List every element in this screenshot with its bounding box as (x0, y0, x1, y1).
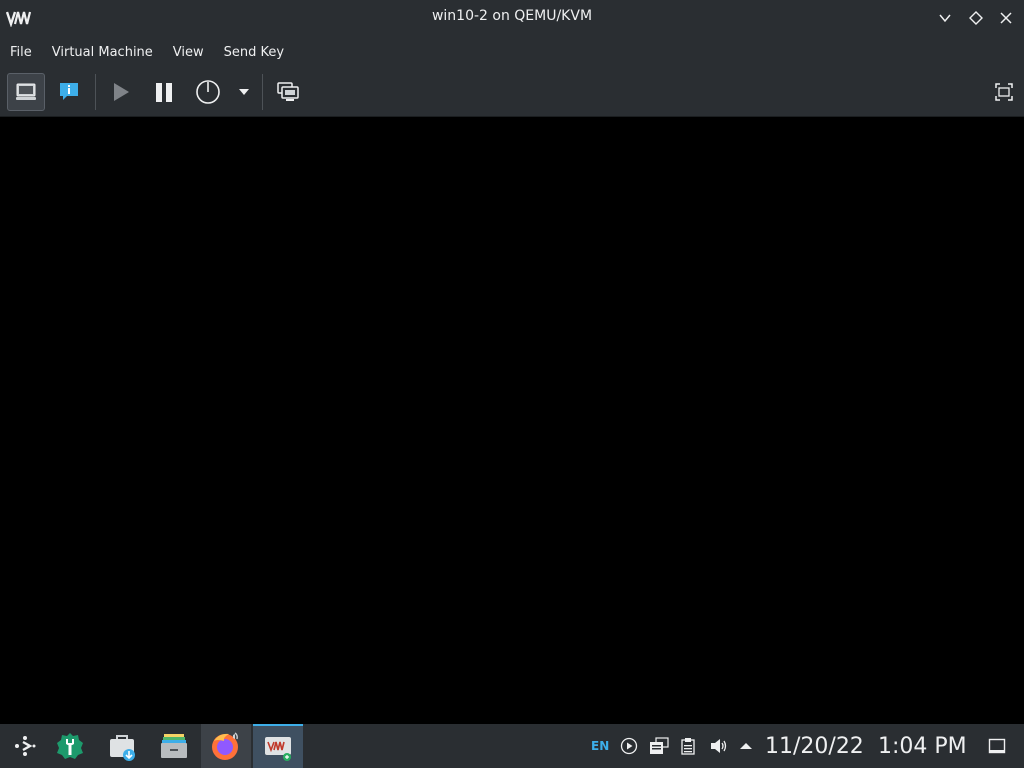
window-titlebar[interactable]: win10-2 on QEMU/KVM (0, 0, 1024, 36)
menu-file[interactable]: File (4, 39, 38, 66)
shutdown-button[interactable] (189, 73, 227, 111)
media-play-icon (620, 737, 638, 755)
details-button[interactable] (50, 73, 88, 111)
discover-bag-icon (110, 735, 135, 761)
snapshots-icon (277, 82, 299, 101)
application-launcher[interactable] (0, 724, 50, 768)
show-hidden-icons-button[interactable] (739, 724, 753, 768)
digital-clock-time[interactable]: 1:04 PM (878, 724, 967, 768)
digital-clock-date[interactable]: 11/20/22 (765, 724, 864, 768)
firefox[interactable] (201, 724, 251, 768)
run-button[interactable] (101, 73, 139, 111)
settings-wrench-icon (57, 733, 83, 759)
close-icon (1000, 12, 1012, 24)
windows-stack-icon (650, 737, 669, 754)
clipboard-tray[interactable] (649, 724, 669, 768)
pause-button[interactable] (145, 73, 183, 111)
keyboard-layout-indicator[interactable]: EN (591, 739, 609, 753)
fullscreen-icon (995, 83, 1013, 101)
window-title: win10-2 on QEMU/KVM (431, 8, 593, 24)
chevron-up-icon (740, 743, 752, 749)
dropdown-arrow-icon (239, 89, 249, 95)
toolbar (0, 68, 1024, 117)
discover[interactable] (97, 724, 147, 768)
monitor-icon (16, 83, 36, 100)
notes-tray[interactable] (680, 724, 696, 768)
pause-icon (156, 83, 172, 102)
file-manager-icon (161, 734, 187, 758)
menu-view[interactable]: View (167, 39, 210, 66)
virt-manager[interactable] (253, 724, 303, 768)
power-icon (196, 80, 220, 104)
dolphin-files[interactable] (149, 724, 199, 768)
kde-launcher-icon (15, 736, 36, 756)
minimize-button[interactable] (935, 8, 955, 28)
chevron-down-icon (939, 14, 951, 23)
volume-tray[interactable] (709, 724, 729, 768)
show-desktop-button[interactable] (988, 724, 1006, 768)
fullscreen-button[interactable] (985, 73, 1023, 111)
vm-console-display[interactable] (0, 117, 1024, 724)
close-button[interactable] (996, 8, 1016, 28)
shutdown-menu-button[interactable] (230, 73, 258, 111)
menu-bar: File Virtual Machine View Send Key (0, 36, 1024, 68)
menu-virtual-machine[interactable]: Virtual Machine (46, 39, 159, 66)
system-settings[interactable] (45, 724, 95, 768)
media-player-tray[interactable] (620, 724, 638, 768)
menu-send-key[interactable]: Send Key (218, 39, 290, 66)
firefox-icon (212, 732, 238, 760)
virt-manager-icon (265, 737, 291, 761)
speaker-volume-icon (711, 739, 727, 753)
clock-date: 11/20/22 (765, 733, 864, 759)
play-icon (114, 83, 129, 101)
maximize-button[interactable] (966, 8, 986, 28)
diamond-icon (969, 11, 983, 25)
console-button[interactable] (7, 73, 45, 111)
toolbar-separator (262, 74, 263, 110)
show-desktop-icon (988, 738, 1006, 754)
toolbar-separator (95, 74, 96, 110)
info-bubble-icon (60, 83, 78, 100)
clock-time: 1:04 PM (878, 733, 967, 759)
snapshots-button[interactable] (269, 73, 307, 111)
clipboard-icon (681, 738, 695, 755)
taskbar: EN 11/20/22 1:04 PM (0, 724, 1024, 768)
tray-language[interactable]: EN (591, 724, 609, 768)
